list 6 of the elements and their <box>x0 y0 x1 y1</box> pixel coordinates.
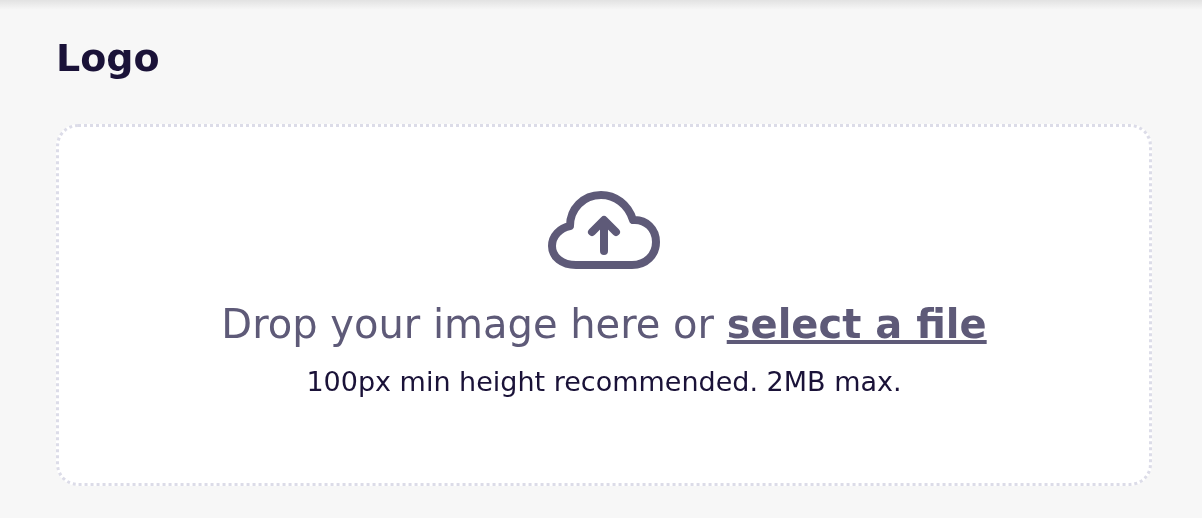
file-drop-zone[interactable]: Drop your image here or select a file 100px min height recommended. 2MB max. <box>56 124 1152 486</box>
drop-instructions: Drop your image here or select a file <box>221 300 987 349</box>
section-heading: Logo <box>56 35 161 82</box>
cloud-upload-icon <box>548 191 660 271</box>
select-file-link[interactable]: select a file <box>726 301 987 347</box>
file-requirements-text: 100px min height recommended. 2MB max. <box>306 365 902 399</box>
